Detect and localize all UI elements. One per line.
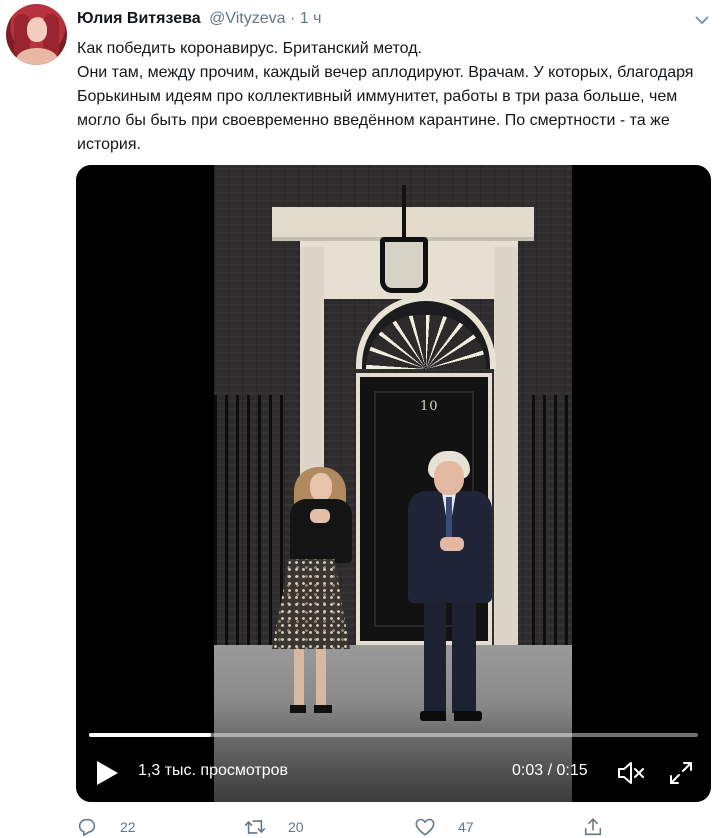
video-player[interactable]: 10 1,3 тыс. просмотров 0:03 / 0:15 [76,165,711,802]
retweet-icon [244,819,266,835]
reply-icon [78,818,96,837]
share-icon [584,818,602,836]
tweet: Юлия Витязева @Vityzeva · 1 ч Как победи… [0,0,728,838]
volume-muted-icon [618,762,644,784]
heart-icon [415,818,435,836]
man-legs [424,601,476,713]
woman-face [310,473,332,501]
man-hands [440,537,464,551]
video-progress-bar[interactable] [89,733,698,737]
reply-count: 22 [120,819,136,835]
retweet-button[interactable]: 20 [244,814,304,838]
woman-legs [294,649,330,707]
tweet-header: Юлия Витязева @Vityzeva · 1 ч [77,9,321,29]
man-face [434,461,464,495]
street-lamp [380,237,428,293]
door-number: 10 [420,399,439,414]
play-button[interactable] [94,759,120,787]
play-icon [97,761,118,785]
man-tie [446,497,452,539]
share-button[interactable] [582,814,604,838]
reply-button[interactable]: 22 [76,814,136,838]
tweet-text-line: Как победить коронавирус. Британский мет… [77,40,422,57]
tweet-text: Как победить коронавирус. Британский мет… [77,37,713,157]
author-name[interactable]: Юлия Витязева [77,10,201,27]
avatar[interactable] [6,4,67,65]
tweet-actions: 22 20 47 [76,814,716,838]
video-progress-fill [89,733,211,737]
fullscreen-icon [670,762,692,784]
view-count: 1,3 тыс. просмотров [138,762,289,779]
railing-right [532,395,572,665]
tweet-menu-button[interactable] [690,8,714,32]
video-timecode: 0:03 / 0:15 [512,762,588,779]
like-count: 47 [458,819,474,835]
door-fanlight [356,295,496,369]
avatar-face [27,18,47,42]
woman-hands [310,509,330,523]
chevron-down-icon [695,16,709,24]
author-handle[interactable]: @Vityzeva [209,10,285,27]
fullscreen-button[interactable] [666,758,696,788]
like-button[interactable]: 47 [414,814,474,838]
volume-button[interactable] [616,758,646,788]
tweet-text-paragraph: Они там, между прочим, каждый вечер апло… [77,64,694,153]
lamp-bracket [402,185,406,245]
header-separator: · [289,10,296,27]
door-column-right [494,247,518,672]
tweet-timestamp[interactable]: 1 ч [300,10,322,27]
avatar-shoulders [16,48,58,65]
retweet-count: 20 [288,819,304,835]
